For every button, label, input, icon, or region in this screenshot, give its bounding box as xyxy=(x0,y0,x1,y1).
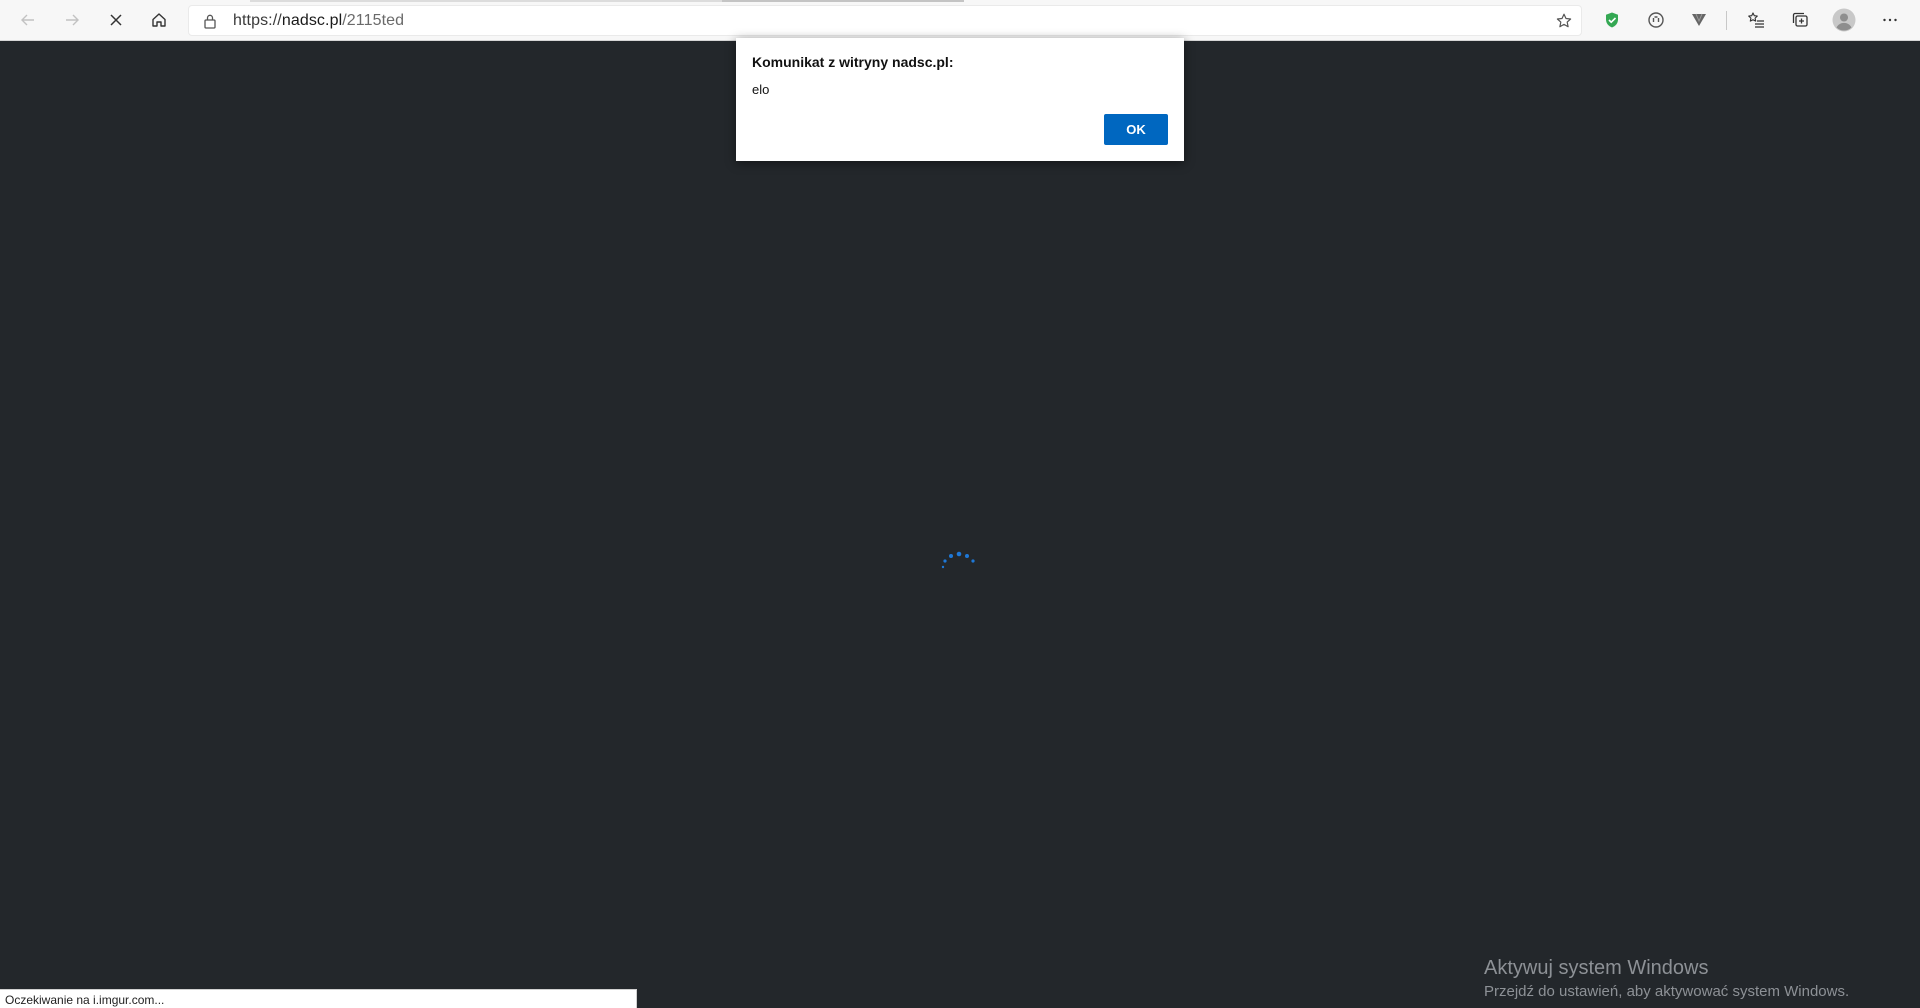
extension-v-button[interactable] xyxy=(1683,4,1715,36)
home-button[interactable] xyxy=(143,4,175,36)
v-shape-extension-icon xyxy=(1692,13,1706,26)
tab-strip-edge xyxy=(250,0,722,2)
browser-toolbar: https://nadsc.pl/2115ted xyxy=(0,0,1920,41)
profile-avatar-icon xyxy=(1832,8,1856,32)
forward-button[interactable] xyxy=(56,4,88,36)
alert-dialog: Komunikat z witryny nadsc.pl: elo OK xyxy=(736,38,1184,161)
favorites-list-icon xyxy=(1748,12,1764,28)
home-icon xyxy=(152,13,166,27)
profile-button[interactable] xyxy=(1828,4,1860,36)
watermark-title: Aktywuj system Windows xyxy=(1484,957,1709,979)
active-tab-edge xyxy=(722,0,964,2)
stop-loading-icon xyxy=(110,14,122,26)
stop-loading-button[interactable] xyxy=(100,4,132,36)
dialog-message: elo xyxy=(752,82,770,97)
url-scheme: https:// xyxy=(233,12,282,29)
forward-arrow-icon xyxy=(66,14,79,26)
toolbar-separator xyxy=(1726,11,1727,30)
url-path: /2115ted xyxy=(342,12,405,29)
collections-icon xyxy=(1792,12,1808,27)
collections-button[interactable] xyxy=(1784,4,1816,36)
status-bar: Oczekiwanie na i.imgur.com... xyxy=(0,989,637,1008)
url-host: nadsc.pl xyxy=(281,12,343,29)
privacy-badger-icon xyxy=(1648,12,1664,28)
more-ellipsis-icon xyxy=(1883,18,1897,22)
page-content: Aktywuj system Windows Przejdź do ustawi… xyxy=(0,41,1920,1008)
back-button[interactable] xyxy=(12,4,44,36)
favorites-button[interactable] xyxy=(1740,4,1772,36)
back-arrow-icon xyxy=(21,14,34,26)
dialog-title: Komunikat z witryny nadsc.pl: xyxy=(752,54,954,70)
windows-activation-watermark: Aktywuj system Windows Przejdź do ustawi… xyxy=(1484,956,1849,1002)
extension-shield-button[interactable] xyxy=(1596,4,1628,36)
watermark-subtitle: Przejdź do ustawień, aby aktywować syste… xyxy=(1484,983,1850,1000)
address-bar[interactable]: https://nadsc.pl/2115ted xyxy=(188,5,1582,36)
extension-badger-button[interactable] xyxy=(1640,4,1672,36)
shield-check-icon xyxy=(1606,12,1618,28)
lock-icon[interactable] xyxy=(203,13,217,29)
loading-spinner-icon xyxy=(941,551,975,569)
url-text[interactable]: https://nadsc.pl/2115ted xyxy=(233,12,404,30)
star-icon[interactable] xyxy=(1555,12,1573,30)
ok-button[interactable]: OK xyxy=(1104,114,1168,145)
more-menu-button[interactable] xyxy=(1874,4,1906,36)
